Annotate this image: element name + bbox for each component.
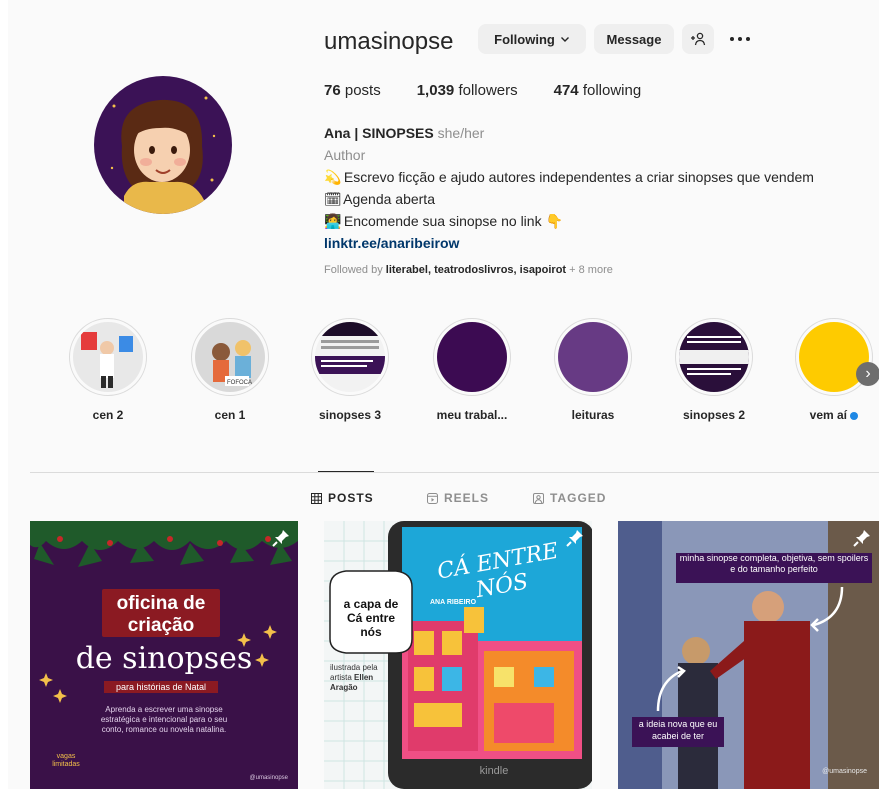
post-title-line3: de sinopses — [75, 641, 253, 676]
post-caption-bottom: a ideia nova que eu acabei de ter — [638, 719, 718, 741]
post-handle: @umasinopse — [822, 768, 867, 775]
highlight-label: sinopses 3 — [318, 408, 382, 422]
highlight-cover — [315, 322, 385, 392]
message-button[interactable]: Message — [594, 24, 674, 54]
svg-text:FOFOCA: FOFOCA — [227, 380, 252, 386]
highlight-cover — [73, 322, 143, 392]
blue-circle-icon — [850, 411, 859, 420]
bio-category: Author — [324, 147, 366, 163]
more-options-icon[interactable] — [726, 26, 754, 52]
grid-icon — [311, 492, 322, 504]
bio-name-line: Ana | SINOPSES she/her — [324, 122, 814, 144]
highlight-label: vem aí — [794, 408, 874, 422]
highlight-cover — [679, 322, 749, 392]
book-author: ANA RIBEIRO — [430, 599, 477, 606]
technologist-icon: 👩‍💻 — [324, 213, 342, 229]
profile-page: umasinopse Following Message 76 posts 1,… — [8, 0, 879, 789]
pin-icon — [566, 529, 584, 552]
tab-reels[interactable]: REELS — [427, 491, 489, 505]
highlight-label: meu trabal... — [436, 408, 508, 422]
bio-line-1: 💫 Escrevo ficção e ajudo autores indepen… — [324, 166, 814, 188]
calendar-icon: 🗓 — [324, 191, 342, 207]
post-tile[interactable]: a capa de Cá entre nós ilustrada pela ar… — [324, 521, 592, 789]
post-tile[interactable]: oficina de criação de sinopses para hist… — [30, 521, 298, 789]
post-caption-top: minha sinopse completa, objetiva, sem sp… — [679, 553, 869, 574]
post-credit: ilustrada pela artista Ellen Aragão — [330, 663, 378, 692]
post-description: Aprenda a escrever uma sinopse estratégi… — [100, 705, 228, 734]
dizzy-icon: 💫 — [324, 169, 342, 185]
highlight-label: cen 1 — [214, 408, 246, 422]
highlight-label: sinopses 2 — [682, 408, 746, 422]
tab-posts[interactable]: POSTS — [311, 491, 374, 505]
post-vagas: vagas limitadas — [52, 753, 80, 768]
add-person-icon — [690, 31, 706, 47]
followed-by[interactable]: Followed by literabel, teatrodoslivros, … — [324, 264, 613, 276]
pointing-down-icon: 👇 — [545, 213, 563, 229]
profile-avatar[interactable] — [94, 76, 232, 214]
highlight-label: leituras — [571, 408, 615, 422]
tabs-divider — [30, 472, 879, 473]
chevron-down-icon — [560, 34, 570, 44]
active-tab-indicator — [318, 471, 374, 472]
pin-icon — [853, 529, 871, 552]
bio-line-2: 🗓 Agenda aberta — [324, 188, 814, 210]
highlight-item[interactable]: meu trabal... — [432, 318, 512, 422]
kindle-logo: kindle — [479, 765, 509, 777]
bio-link[interactable]: linktr.ee/anaribeirow — [324, 232, 814, 254]
post-handle: @umasinopse — [249, 775, 288, 781]
following-stat[interactable]: 474 following — [554, 82, 642, 99]
highlight-item[interactable]: sinopses 3 — [310, 318, 390, 422]
highlights-next-button[interactable]: › — [856, 362, 879, 386]
following-button-label: Following — [494, 31, 555, 47]
followers-stat[interactable]: 1,039 followers — [417, 82, 518, 99]
post-tile[interactable]: minha sinopse completa, objetiva, sem sp… — [618, 521, 879, 789]
profile-username: umasinopse — [324, 28, 454, 55]
tagged-icon — [533, 492, 544, 504]
posts-count-stat: 76 posts — [324, 82, 381, 99]
bio-pronouns: she/her — [437, 125, 485, 141]
post-title-line2: criação — [127, 615, 195, 636]
chevron-right-icon: › — [865, 365, 871, 382]
post-title-line1: oficina de — [116, 593, 206, 614]
highlight-item[interactable]: leituras — [553, 318, 633, 422]
following-button[interactable]: Following — [478, 24, 586, 54]
profile-stats: 76 posts 1,039 followers 474 following — [324, 82, 641, 99]
reels-icon — [427, 492, 438, 504]
highlight-cover: FOFOCA — [195, 322, 265, 392]
post-tag: para histórias de Natal — [115, 682, 207, 692]
bio-display-name: Ana | SINOPSES — [324, 125, 434, 141]
tab-tagged[interactable]: TAGGED — [533, 491, 606, 505]
post-speech-bubble: a capa de Cá entre nós — [343, 597, 399, 639]
highlight-item[interactable]: FOFOCA cen 1 — [190, 318, 270, 422]
highlight-label: cen 2 — [92, 408, 124, 422]
highlight-cover — [437, 322, 507, 392]
highlight-item[interactable]: sinopses 2 — [674, 318, 754, 422]
suggested-users-button[interactable] — [682, 24, 714, 54]
profile-bio: Ana | SINOPSES she/her Author 💫 Escrevo … — [324, 122, 814, 254]
bio-line-3: 👩‍💻 Encomende sua sinopse no link 👇 — [324, 210, 814, 232]
highlight-cover — [558, 322, 628, 392]
pin-icon — [272, 529, 290, 552]
message-button-label: Message — [606, 31, 662, 47]
highlight-item[interactable]: cen 2 — [68, 318, 148, 422]
